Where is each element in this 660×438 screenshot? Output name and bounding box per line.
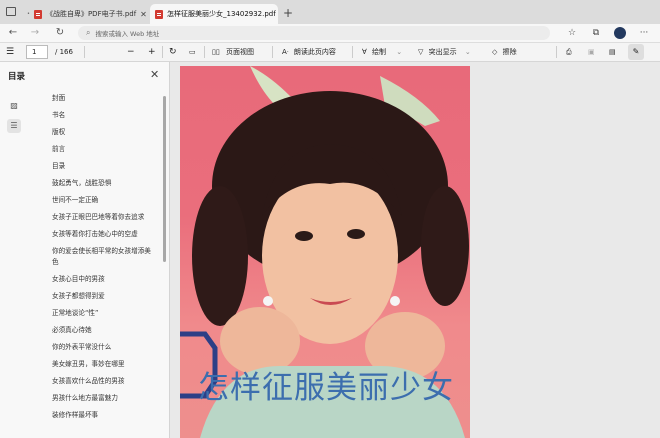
tab-2-title: 怎样征服美丽少女_13402932.pdf [167,10,276,18]
pigtail-right [421,186,469,306]
thumbnail-icon[interactable]: ▨ [7,99,21,113]
eye-right [347,229,365,239]
divider [352,46,353,58]
page-view-label: 页面视图 [225,48,254,56]
contents-icon[interactable]: ☰ [6,45,14,59]
outline-list: 封面书名版权前言目录鼓起勇气，战胜恐惧 世间不一定正确 女孩子正眼巴巴地等着你去追求… [52,93,156,427]
forward-icon[interactable]: → [28,26,42,40]
read-aloud-button[interactable]: Aᐧ 朗读此页内容 [282,45,336,59]
erase-label: 擦除 [502,48,517,56]
tab-actions-icon[interactable] [6,7,16,16]
draw-button[interactable]: ∀ 绘制 ⌄ [362,45,402,59]
cover-title: 怎样征服美丽少女 [198,370,454,406]
pin-toolbar-icon[interactable]: ✎ [628,44,644,60]
outline-item[interactable]: 女孩等着你打击她心中的空虚 [52,229,156,240]
close-icon[interactable]: ✕ [150,68,159,81]
url-field[interactable]: ⌕ 搜索或输入 Web 地址 [78,26,550,40]
tab-1-title: 《战胜自卑》PDF电子书.pdf [45,10,137,18]
highlight-label: 突出显示 [428,48,457,56]
divider [204,46,205,58]
url-placeholder: 搜索或输入 Web 地址 [95,30,160,38]
profile-icon[interactable] [614,27,626,39]
save-icon[interactable]: ▣ [588,45,595,59]
pdf-page: 怎样征服美丽少女 [180,66,470,438]
refresh-icon[interactable]: ↻ [53,26,67,40]
pdf-icon [33,9,42,19]
highlight-button[interactable]: ▽ 突出显示 ⌄ [418,45,471,59]
draw-icon: ∀ [362,48,367,56]
tab-2[interactable]: 怎样征服美丽少女_13402932.pdf ✕ [150,4,278,24]
outline-item[interactable]: 封面 [52,93,156,104]
more-icon[interactable]: ··· [638,27,650,39]
outline-item[interactable]: 女孩子正眼巴巴地等着你去追求 [52,212,156,223]
close-icon[interactable]: ✕ [140,10,147,19]
divider [84,46,85,58]
outline-item[interactable]: 女孩喜欢什么品性的男孩 [52,376,156,387]
zoom-out-icon[interactable]: − [127,45,135,59]
outline-item[interactable]: 世间不一定正确 [52,195,156,206]
new-tab-icon[interactable]: + [283,6,293,20]
page-number-input[interactable]: 1 [26,45,48,59]
outline-item[interactable]: 前言 [52,144,156,155]
erase-button[interactable]: ◇ 擦除 [492,45,517,59]
outline-item[interactable]: 女孩子都想得到爱 [52,291,156,302]
outline-item[interactable]: 女孩心目中的男孩 [52,274,156,285]
read-aloud-label: 朗读此页内容 [293,48,336,56]
divider [272,46,273,58]
sync-dot-icon: • [27,11,30,17]
book-icon: ▯▯ [212,48,220,56]
earring [263,296,273,306]
fit-page-icon[interactable]: ▭ [189,45,196,59]
tab-1[interactable]: • 《战胜自卑》PDF电子书.pdf ✕ [22,4,150,24]
search-icon: ⌕ [86,28,91,37]
earring [390,296,400,306]
print-icon[interactable]: ⎙ [566,45,572,59]
outline-item[interactable]: 美女嫁丑男，事妙在哪里 [52,359,156,370]
page-view-button[interactable]: ▯▯ 页面视图 [212,45,254,59]
scrollbar[interactable] [163,96,166,262]
eraser-icon: ◇ [492,48,498,56]
outline-item[interactable]: 你的外表平常没什么 [52,342,156,353]
outline-item[interactable]: 装修作样最坏事 [52,410,156,421]
outline-item[interactable]: 目录 [52,161,156,172]
outline-item[interactable]: 版权 [52,127,156,138]
highlighter-icon: ▽ [418,48,424,56]
pdf-icon [155,9,163,19]
favorite-icon[interactable]: ☆ [566,27,578,39]
outline-item[interactable]: 鼓起勇气，战胜恐惧 [52,178,156,189]
divider [162,46,163,58]
outline-item[interactable]: 男孩什么地方最富魅力 [52,393,156,404]
collections-icon[interactable]: ⧉ [590,27,602,39]
page-total: / 166 [55,48,73,56]
read-aloud-icon: Aᐧ [282,48,289,56]
panel-title: 目录 [8,72,26,82]
outline-item[interactable]: 你的爱会使长相平常的女孩增添美色 [52,246,156,268]
pigtail-left [192,186,248,326]
chevron-down-icon[interactable]: ⌄ [465,48,471,56]
rotate-icon[interactable]: ↻ [169,45,177,59]
outline-item[interactable]: 书名 [52,110,156,121]
chevron-down-icon[interactable]: ⌄ [396,48,402,56]
back-icon[interactable]: ← [6,26,20,40]
draw-label: 绘制 [372,48,387,56]
save-as-icon[interactable]: ▤ [609,45,616,59]
outline-item[interactable]: 必须真心待她 [52,325,156,336]
zoom-in-icon[interactable]: + [148,45,156,59]
divider [556,46,557,58]
outline-icon[interactable]: ☰ [7,119,21,133]
outline-item[interactable]: 正常地谈论“性” [52,308,156,319]
eye-left [295,231,313,241]
